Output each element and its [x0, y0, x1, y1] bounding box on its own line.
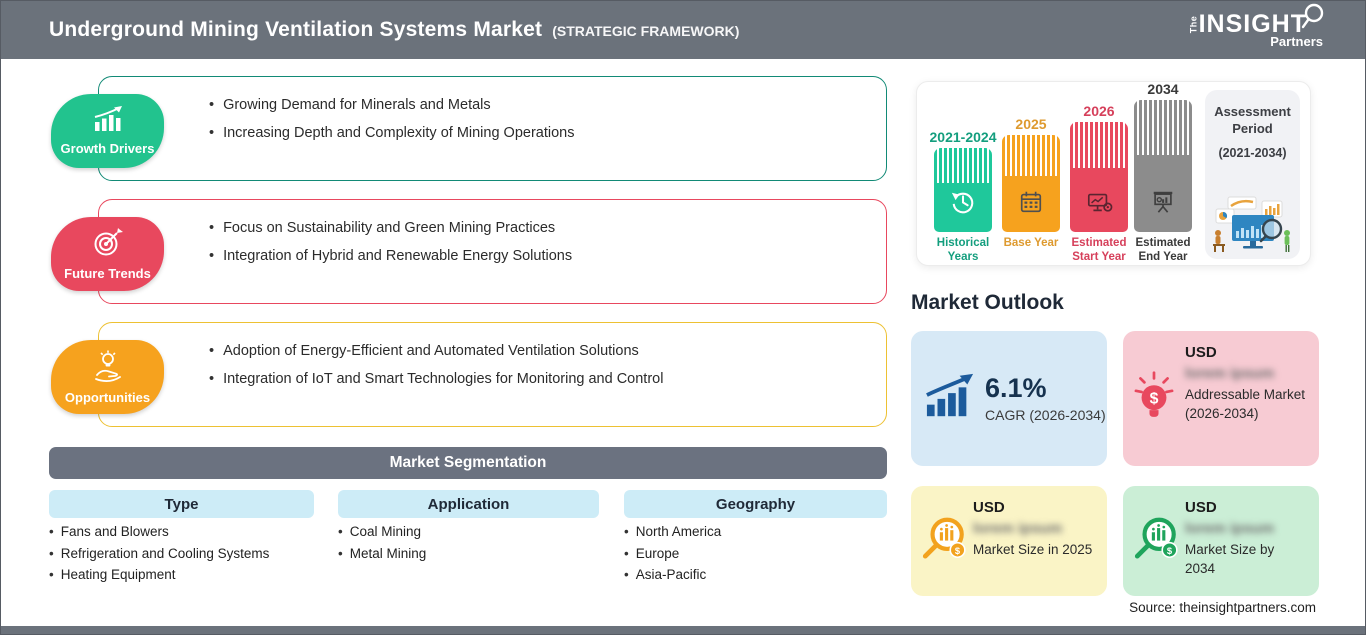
- list-item: Fans and Blowers: [49, 524, 269, 539]
- geography-items-list: North America Europe Asia-Pacific: [624, 524, 722, 590]
- bar-name-label: Estimated End Year: [1135, 237, 1191, 264]
- market-outlook-heading: Market Outlook: [911, 291, 1064, 314]
- type-items-list: Fans and Blowers Refrigeration and Cooli…: [49, 524, 270, 590]
- bar-year-label: 2025: [1015, 116, 1047, 132]
- history-clock-icon: [950, 189, 976, 220]
- target-dart-icon: [92, 227, 124, 263]
- cagr-caption: CAGR (2026-2034): [985, 406, 1106, 423]
- future-trends-badge: Future Trends: [51, 217, 164, 291]
- list-item: Asia-Pacific: [624, 568, 721, 582]
- badge-label: Growth Drivers: [60, 141, 155, 156]
- page-title: Underground Mining Ventilation Systems M…: [49, 18, 739, 42]
- masked-value: lorem ipsum: [1185, 365, 1275, 382]
- list-item: Integration of Hybrid and Renewable Ener…: [209, 248, 886, 265]
- growth-drivers-badge: Growth Drivers: [51, 94, 164, 168]
- bar-name-label: Base Year: [1003, 237, 1059, 249]
- list-item: Growing Demand for Minerals and Metals: [209, 97, 886, 114]
- opportunities-list: Adoption of Energy-Efficient and Automat…: [99, 323, 886, 389]
- card-caption: Addressable Market (2026-2034): [1185, 387, 1306, 421]
- header-bar: Underground Mining Ventilation Systems M…: [1, 1, 1365, 59]
- currency-label: USD: [1185, 344, 1217, 361]
- svg-text:$: $: [955, 546, 961, 556]
- estimated-end-year-bar: 2034 Estimated End Year: [1134, 81, 1192, 263]
- list-item: Heating Equipment: [49, 568, 269, 582]
- assessment-period-panel: Assessment Period (2021-2034): [1205, 90, 1300, 259]
- list-item: Refrigeration and Cooling Systems: [49, 546, 270, 561]
- logo-the-text: The: [1188, 15, 1199, 34]
- magnifier-chart-green-icon: $: [1131, 514, 1181, 569]
- segment-column-geography-header: Geography: [624, 490, 887, 518]
- cagr-card: 6.1% CAGR (2026-2034): [911, 331, 1107, 466]
- list-item: Metal Mining: [338, 546, 427, 561]
- list-item: Integration of IoT and Smart Technologie…: [209, 371, 886, 388]
- future-trends-box: Focus on Sustainability and Green Mining…: [98, 199, 887, 304]
- badge-label: Opportunities: [64, 389, 151, 405]
- application-items-list: Coal Mining Metal Mining: [338, 524, 427, 568]
- market-size-2025-card: $ USD lorem ipsum Market Size in 2025: [911, 486, 1107, 596]
- bottom-divider: [1, 626, 1365, 634]
- assessment-period-label: Assessment Period: [1214, 104, 1291, 136]
- bar-name-label: Historical Years: [936, 237, 990, 264]
- list-item: Europe: [624, 546, 721, 561]
- report-subtitle: (STRATEGIC FRAMEWORK): [552, 23, 740, 39]
- magnifier-chart-orange-icon: $: [919, 514, 969, 569]
- badge-label: Future Trends: [64, 265, 151, 281]
- cagr-bar-chart-icon: [925, 373, 975, 424]
- opportunities-box: Adoption of Energy-Efficient and Automat…: [98, 322, 887, 427]
- svg-text:$: $: [1150, 390, 1159, 407]
- card-caption: Market Size by 2034: [1185, 542, 1275, 576]
- currency-label: USD: [973, 499, 1005, 516]
- list-item: Adoption of Energy-Efficient and Automat…: [209, 343, 886, 360]
- segment-column-type-header: Type: [49, 490, 314, 518]
- assessment-timeline-card: 2021-2024 Historical Years 2025 Base Yea…: [916, 81, 1311, 266]
- projection-screen-icon: [1150, 189, 1176, 220]
- list-item: North America: [624, 524, 722, 539]
- opportunities-badge: Opportunities: [51, 340, 164, 414]
- list-item: Coal Mining: [338, 524, 426, 539]
- bar-year-label: 2021-2024: [929, 129, 997, 145]
- magnifier-icon: [1301, 3, 1325, 33]
- bar-year-label: 2026: [1083, 103, 1115, 119]
- logo-partners-text: Partners: [1270, 34, 1323, 49]
- bulb-hand-icon: [91, 350, 125, 387]
- svg-text:$: $: [1167, 546, 1173, 556]
- historical-years-bar: 2021-2024 Historical Years: [930, 129, 997, 263]
- estimated-start-year-bar: 2026 Estimated Start Year: [1070, 103, 1128, 263]
- growth-chart-icon: [91, 106, 125, 138]
- bar-name-label: Estimated Start Year: [1071, 237, 1127, 264]
- cagr-value: 6.1%: [985, 373, 1047, 404]
- base-year-bar: 2025 Base Year: [1002, 116, 1060, 249]
- bulb-dollar-icon: $: [1131, 370, 1177, 427]
- card-caption: Market Size in 2025: [973, 542, 1093, 557]
- bar-year-label: 2034: [1147, 81, 1179, 97]
- analytics-illustration: [1212, 196, 1290, 252]
- source-attribution: Source: theinsightpartners.com: [1129, 600, 1316, 615]
- infographic-frame: Underground Mining Ventilation Systems M…: [0, 0, 1366, 635]
- report-title: Underground Mining Ventilation Systems M…: [49, 18, 543, 41]
- growth-drivers-list: Growing Demand for Minerals and Metals I…: [99, 77, 886, 143]
- market-size-2034-card: $ USD lorem ipsum Market Size by 2034: [1123, 486, 1319, 596]
- market-segmentation-header: Market Segmentation: [49, 447, 887, 479]
- growth-drivers-box: Growing Demand for Minerals and Metals I…: [98, 76, 887, 181]
- assessment-period-range: (2021-2034): [1218, 145, 1287, 160]
- masked-value: lorem ipsum: [973, 520, 1063, 537]
- insight-partners-logo: The INSIGHT Partners: [1185, 3, 1325, 49]
- calendar-icon: [1018, 189, 1044, 220]
- currency-label: USD: [1185, 499, 1217, 516]
- addressable-market-card: $ USD lorem ipsum Addressable Market (20…: [1123, 331, 1319, 466]
- segment-column-application-header: Application: [338, 490, 599, 518]
- forecast-monitor-icon: [1085, 189, 1113, 220]
- list-item: Increasing Depth and Complexity of Minin…: [209, 125, 886, 142]
- future-trends-list: Focus on Sustainability and Green Mining…: [99, 200, 886, 266]
- list-item: Focus on Sustainability and Green Mining…: [209, 220, 886, 237]
- market-segmentation-title: Market Segmentation: [389, 454, 547, 471]
- masked-value: lorem ipsum: [1185, 520, 1275, 537]
